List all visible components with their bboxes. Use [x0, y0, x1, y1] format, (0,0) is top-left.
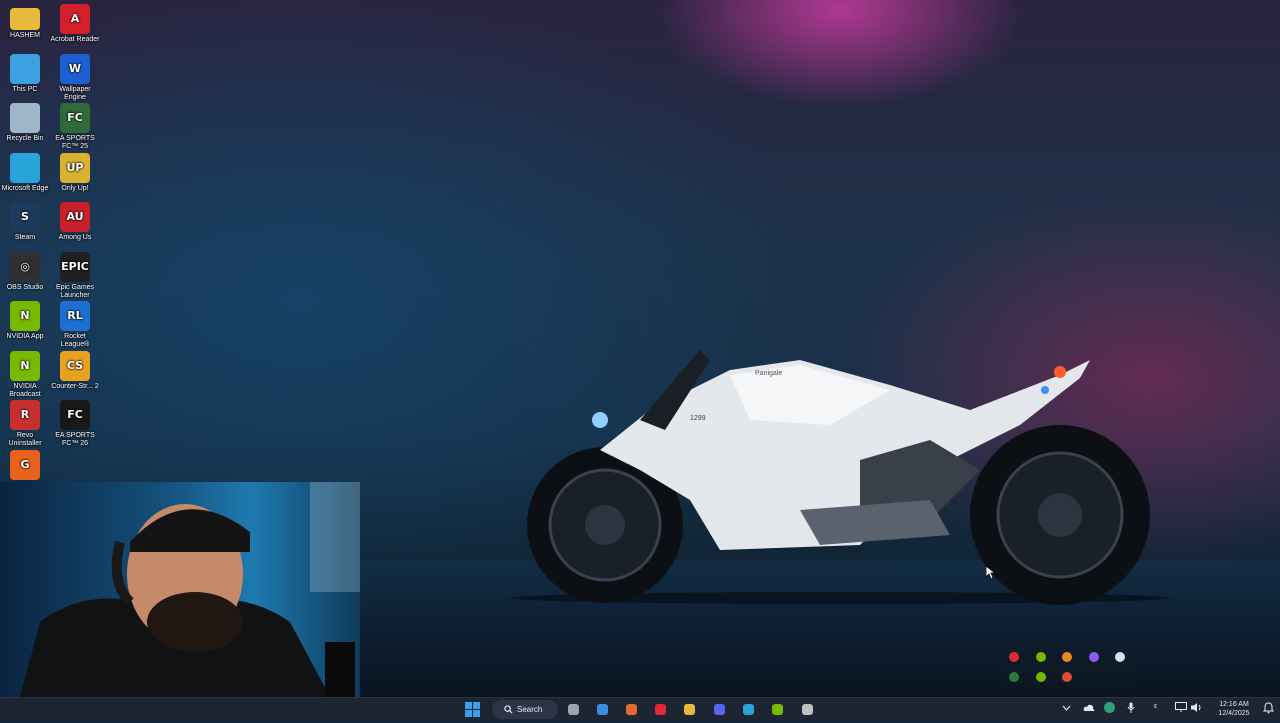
revo-uninstaller-icon: R: [10, 400, 40, 430]
security-shield-icon[interactable]: [1104, 702, 1115, 713]
desktop-icon[interactable]: FC EA SPORTS FC™ 26: [50, 397, 100, 448]
settings-button[interactable]: [565, 701, 582, 718]
desktop-icon[interactable]: N NVIDIA Broadcast: [0, 348, 50, 399]
among-us-icon: AU: [60, 202, 90, 232]
tray-play-icon[interactable]: [1035, 672, 1046, 682]
steam-icon: S: [10, 202, 40, 232]
monitor-icon: [10, 53, 40, 84]
settings-icon: [568, 704, 579, 715]
desktop-icon[interactable]: RL Rocket League®: [50, 298, 100, 349]
network-icon[interactable]: [1175, 702, 1187, 713]
taskbar: Search ε 12:16 AM 12/4/2025: [0, 697, 1280, 721]
start-button[interactable]: [464, 701, 481, 718]
taskbar-clock[interactable]: 12:16 AM 12/4/2025: [1210, 700, 1258, 718]
tray-overflow-flyout: [998, 645, 1134, 689]
desktop-icon-label: HASHEM: [10, 32, 40, 39]
mouse-cursor: [986, 566, 996, 580]
edge-button[interactable]: [740, 701, 757, 718]
tray-app-purple-icon[interactable]: [1088, 652, 1099, 662]
desktop-icon[interactable]: EPIC Epic Games Launcher: [50, 249, 100, 300]
tray-pin-icon[interactable]: [1115, 652, 1125, 662]
ea-sports-fc25-icon: FC: [60, 103, 90, 133]
motorcycle-illustration: Panigale 1299: [510, 350, 1170, 605]
desktop-icon-label: Recycle Bin: [6, 135, 44, 142]
ea-sports-fc26-icon: FC: [60, 400, 90, 430]
desktop-icon[interactable]: FC EA SPORTS FC™ 25: [50, 100, 100, 151]
microphone-icon[interactable]: [1127, 702, 1135, 714]
bike-side-number: 1299: [690, 415, 706, 422]
nvidia-broadcast-icon: N: [10, 350, 40, 381]
nvidia-broadcast-icon: [772, 704, 783, 715]
tray-nvidia-icon[interactable]: [1035, 652, 1046, 662]
desktop-icon[interactable]: W Wallpaper Engine: [50, 51, 100, 102]
tray-green-dot-icon[interactable]: [1009, 672, 1019, 682]
edge-icon: [10, 152, 40, 183]
desktop-icon[interactable]: A Acrobat Reader: [50, 1, 100, 44]
search-label: Search: [517, 705, 543, 714]
desktop-icon[interactable]: UP Only Up!: [50, 150, 100, 193]
onedrive-cloud-icon[interactable]: [1083, 703, 1095, 713]
desktop-icon[interactable]: Recycle Bin: [0, 100, 50, 143]
file-explorer-button[interactable]: [681, 701, 698, 718]
desktop-icon[interactable]: HASHEM: [0, 1, 50, 40]
desktop-icon[interactable]: This PC: [0, 51, 50, 94]
folder-icon: [10, 8, 40, 30]
taskbar-search-box[interactable]: Search: [492, 700, 558, 719]
desktop-icon[interactable]: N NVIDIA App: [0, 298, 50, 341]
acrobat-reader-icon: A: [60, 4, 90, 34]
epic-games-icon: EPIC: [60, 251, 90, 282]
desktop-icon-label: OBS Studio: [6, 283, 44, 291]
edge-icon: [743, 704, 754, 715]
desktop-icon-label: Microsoft Edge: [1, 184, 49, 192]
desktop-icon-label: EA SPORTS FC™ 26: [55, 432, 95, 447]
rocket-league-icon: RL: [60, 301, 90, 331]
clock-time: 12:16 AM: [1219, 701, 1249, 708]
nvidia-broadcast-button[interactable]: [769, 701, 786, 718]
desktop-icon[interactable]: S Steam: [0, 199, 50, 242]
obs-icon: ◎: [10, 251, 40, 282]
only-up-icon: UP: [60, 152, 90, 183]
volume-icon[interactable]: [1191, 702, 1203, 713]
desktop-icon-label: NVIDIA App: [6, 333, 44, 340]
desktop-icon[interactable]: ◎ OBS Studio: [0, 249, 50, 292]
webcam-overlay: [0, 482, 360, 697]
cloud-app-button[interactable]: [623, 701, 640, 718]
desktop-icon-label: Only Up!: [61, 184, 89, 192]
desktop-icon[interactable]: CS Counter-Str... 2: [50, 348, 100, 391]
desktop-icon-label: Acrobat Reader: [50, 36, 100, 43]
tray-opera-icon[interactable]: [1009, 652, 1019, 662]
discord-icon: [714, 704, 725, 715]
tray-steelseries-icon[interactable]: [1062, 672, 1072, 682]
webcam-person-illustration: [20, 482, 360, 697]
photos-icon: [597, 704, 608, 715]
photos-button[interactable]: [594, 701, 611, 718]
recycle-bin-icon: [10, 103, 40, 133]
desktop-icon-label: Among Us: [58, 234, 92, 241]
steelseries-button[interactable]: [799, 701, 816, 718]
bike-fairing-text: Panigale: [755, 370, 782, 377]
clock-date: 12/4/2025: [1218, 710, 1250, 717]
cloud-app-icon: [626, 704, 637, 715]
wallpaper-engine-icon: W: [60, 53, 90, 84]
steelseries-icon: [802, 704, 813, 715]
desktop-icon-label: This PC: [12, 85, 38, 93]
notification-bell-icon[interactable]: [1263, 702, 1274, 714]
desktop-icon[interactable]: R Revo Uninstaller: [0, 397, 50, 448]
file-explorer-icon: [684, 704, 695, 715]
gcc-icon: G: [10, 449, 40, 480]
desktop-icon[interactable]: Microsoft Edge: [0, 150, 50, 193]
opera-button[interactable]: [652, 701, 669, 718]
chevron-up-icon[interactable]: [1062, 705, 1071, 712]
counter-strike-icon: CS: [60, 350, 90, 381]
desktop-icon-label: Steam: [14, 234, 36, 241]
windows-logo-icon: [465, 702, 480, 717]
tray-app-orange-icon[interactable]: [1062, 652, 1072, 662]
desktop-icon-label: Counter-Str... 2: [51, 382, 99, 390]
discord-button[interactable]: [711, 701, 728, 718]
opera-icon: [655, 704, 666, 715]
input-language-indicator[interactable]: ε: [1154, 703, 1157, 710]
nvidia-icon: N: [10, 301, 40, 331]
search-icon: [504, 705, 513, 714]
desktop-icon[interactable]: AU Among Us: [50, 199, 100, 242]
